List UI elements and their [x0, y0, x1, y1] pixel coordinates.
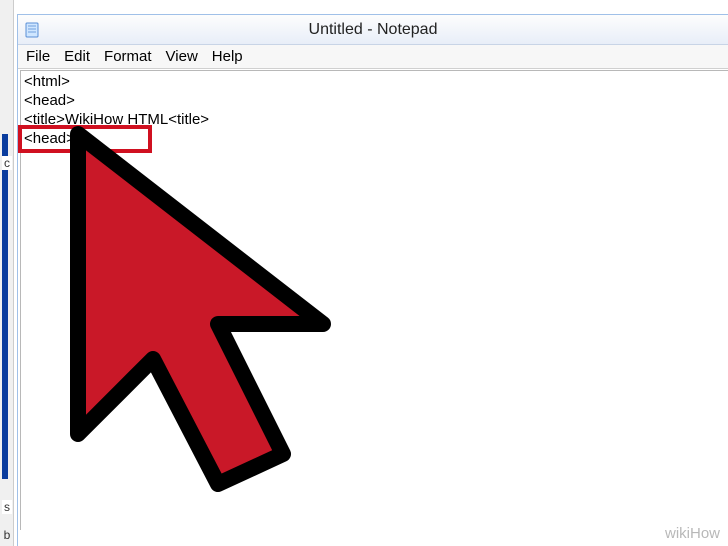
menu-format[interactable]: Format: [104, 48, 152, 65]
notepad-icon: [24, 21, 42, 39]
editor-area[interactable]: <html> <head> <title>WikiHow HTML<title>…: [18, 69, 728, 151]
menu-view[interactable]: View: [166, 48, 198, 65]
code-line-2: <head>: [24, 92, 75, 109]
menu-file[interactable]: File: [26, 48, 50, 65]
background-left-strip: c s b: [0, 0, 14, 546]
blue-selection-bar: [2, 134, 8, 479]
menu-edit[interactable]: Edit: [64, 48, 90, 65]
bg-char-c: c: [2, 156, 12, 170]
window-title: Untitled - Notepad: [309, 21, 438, 39]
code-line-3b: HTML<title>: [127, 111, 209, 128]
wikihow-watermark: wikiHow: [665, 525, 720, 542]
menu-help[interactable]: Help: [212, 48, 243, 65]
bg-char-b: b: [2, 528, 12, 542]
bg-char-s: s: [2, 500, 12, 514]
code-line-1: <html>: [24, 73, 70, 90]
code-line-4: <head>: [24, 130, 75, 147]
menubar: File Edit Format View Help: [18, 45, 728, 69]
notepad-window: Untitled - Notepad File Edit Format View…: [17, 14, 728, 546]
code-line-3a: <title>WikiHow: [24, 111, 127, 128]
titlebar[interactable]: Untitled - Notepad: [18, 15, 728, 45]
text-caret: [76, 132, 77, 147]
